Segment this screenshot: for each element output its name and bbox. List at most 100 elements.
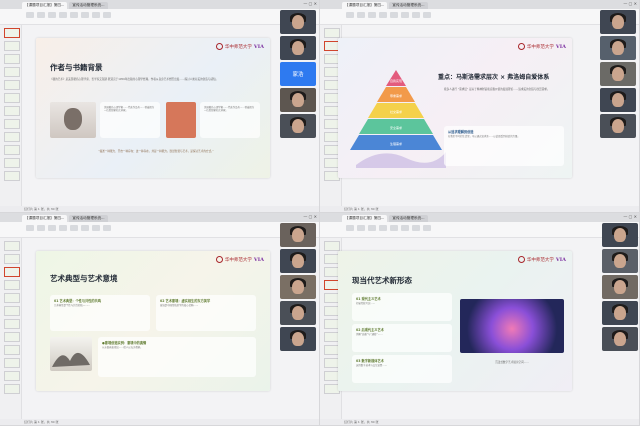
card-title: 03 数字新媒体艺术 <box>356 359 384 363</box>
tool-button[interactable] <box>357 12 365 18</box>
tool-button[interactable] <box>70 12 78 18</box>
participant-avatar[interactable]: 家浩 <box>280 62 316 86</box>
slide-thumbnail[interactable] <box>4 384 20 394</box>
tool-button[interactable] <box>48 225 56 231</box>
tool-button[interactable] <box>401 12 409 18</box>
slide-thumbnail[interactable] <box>4 306 20 316</box>
participant-video[interactable] <box>280 88 316 112</box>
slide-thumbnail[interactable] <box>324 28 340 38</box>
slide-thumbnail[interactable] <box>4 80 20 90</box>
tool-button[interactable] <box>81 225 89 231</box>
slide-thumbnail[interactable] <box>4 119 20 129</box>
slide-thumbnail[interactable] <box>4 145 20 155</box>
tab-system[interactable]: 宣传活动管理系统... <box>389 215 428 222</box>
tab-document[interactable]: 【课题项目汇报】第四... <box>22 2 68 9</box>
slide-thumbnail[interactable] <box>324 241 340 251</box>
tool-button[interactable] <box>48 12 56 18</box>
tool-button[interactable] <box>26 225 34 231</box>
participant-video[interactable] <box>280 249 316 273</box>
slide-thumbnail[interactable] <box>4 371 20 381</box>
participant-video[interactable] <box>600 114 636 138</box>
slide-thumbnail[interactable] <box>4 254 20 264</box>
window-controls[interactable]: — ▢ ✕ <box>303 1 317 6</box>
tab-system[interactable]: 宣传活动管理系统... <box>389 2 428 9</box>
slide-canvas[interactable]: 华中师范大学 VIA 作者与书籍背景 《我的艺术》是美国著名心理学家、哲学家艾瑞斯… <box>36 38 270 178</box>
slide-thumbnail[interactable] <box>4 41 20 51</box>
tool-button[interactable] <box>103 12 111 18</box>
window-controls[interactable]: — ▢ ✕ <box>303 214 317 219</box>
presentation-window-4: 【课题项目汇报】第四... 宣传活动管理系统... — ▢ ✕ 华中师范大学 VI… <box>320 213 640 426</box>
tool-button[interactable] <box>390 225 398 231</box>
slide-thumbnail[interactable] <box>4 293 20 303</box>
slide-thumbnail[interactable] <box>4 93 20 103</box>
tool-button[interactable] <box>401 225 409 231</box>
participant-video[interactable] <box>600 62 636 86</box>
brand-mark: VIA <box>253 256 264 263</box>
window-controls[interactable]: — ▢ ✕ <box>623 1 637 6</box>
card-title: 02 艺术意境：虚实相生的东方美学 <box>160 299 211 303</box>
tool-button[interactable] <box>92 12 100 18</box>
participant-video[interactable] <box>602 301 638 325</box>
participant-video[interactable] <box>600 88 636 112</box>
participant-video[interactable] <box>602 223 638 247</box>
slide-canvas[interactable]: 华中师范大学 VIA 自我实现 尊重需求 社交需求 安全需求 生理需求 重点：马斯… <box>338 38 572 178</box>
slide-thumbnail[interactable] <box>4 280 20 290</box>
slide-thumbnail[interactable] <box>4 267 20 277</box>
tool-button[interactable] <box>59 225 67 231</box>
tool-button[interactable] <box>368 225 376 231</box>
participant-video[interactable] <box>602 327 638 351</box>
tool-button[interactable] <box>379 12 387 18</box>
participant-video[interactable] <box>280 223 316 247</box>
slide-thumbnail[interactable] <box>4 332 20 342</box>
tool-button[interactable] <box>346 12 354 18</box>
tool-button[interactable] <box>346 225 354 231</box>
tool-button[interactable] <box>423 12 431 18</box>
participant-video[interactable] <box>602 275 638 299</box>
tab-document[interactable]: 【课题项目汇报】第四... <box>342 215 388 222</box>
participant-video[interactable] <box>280 10 316 34</box>
tool-button[interactable] <box>357 225 365 231</box>
tool-button[interactable] <box>423 225 431 231</box>
tool-button[interactable] <box>37 225 45 231</box>
tool-button[interactable] <box>37 12 45 18</box>
participant-video[interactable] <box>602 249 638 273</box>
window-controls[interactable]: — ▢ ✕ <box>623 214 637 219</box>
slide-thumbnail[interactable] <box>4 358 20 368</box>
slide-thumbnail[interactable] <box>4 241 20 251</box>
slide-canvas[interactable]: 华中师范大学 VIA 艺术典型与艺术意境 01 艺术典型：个性与共性的共鸣 艺术典… <box>36 251 270 391</box>
tool-button[interactable] <box>26 12 34 18</box>
slide-thumbnail[interactable] <box>4 171 20 181</box>
slide-canvas[interactable]: 华中师范大学 VIA 现当代艺术新形态 01 现代主义艺术 打破传统写实…… 02… <box>338 251 572 391</box>
participant-video[interactable] <box>280 301 316 325</box>
tab-system[interactable]: 宣传活动管理系统... <box>69 215 108 222</box>
participant-video[interactable] <box>280 36 316 60</box>
participant-video[interactable] <box>600 36 636 60</box>
slide-thumbnail[interactable] <box>4 106 20 116</box>
tool-button[interactable] <box>59 12 67 18</box>
tool-button[interactable] <box>390 12 398 18</box>
tab-system[interactable]: 宣传活动管理系统... <box>69 2 108 9</box>
participant-video[interactable] <box>280 114 316 138</box>
tool-button[interactable] <box>379 225 387 231</box>
tool-button[interactable] <box>81 12 89 18</box>
tab-document[interactable]: 【课题项目汇报】第四... <box>342 2 388 9</box>
slide-thumbnail[interactable] <box>4 132 20 142</box>
tool-button[interactable] <box>412 225 420 231</box>
slide-thumbnail[interactable] <box>4 158 20 168</box>
slide-thumbnail[interactable] <box>4 345 20 355</box>
toolbar <box>0 10 319 18</box>
slide-thumbnail[interactable] <box>4 54 20 64</box>
participant-video[interactable] <box>600 10 636 34</box>
tool-button[interactable] <box>70 225 78 231</box>
tool-button[interactable] <box>92 225 100 231</box>
slide-thumbnail[interactable] <box>4 28 20 38</box>
video-panel: 家浩 <box>280 10 316 138</box>
participant-video[interactable] <box>280 275 316 299</box>
tool-button[interactable] <box>103 225 111 231</box>
slide-thumbnail[interactable] <box>4 319 20 329</box>
tool-button[interactable] <box>412 12 420 18</box>
tool-button[interactable] <box>368 12 376 18</box>
participant-video[interactable] <box>280 327 316 351</box>
slide-thumbnail[interactable] <box>4 67 20 77</box>
tab-document[interactable]: 【课题项目汇报】第四... <box>22 215 68 222</box>
